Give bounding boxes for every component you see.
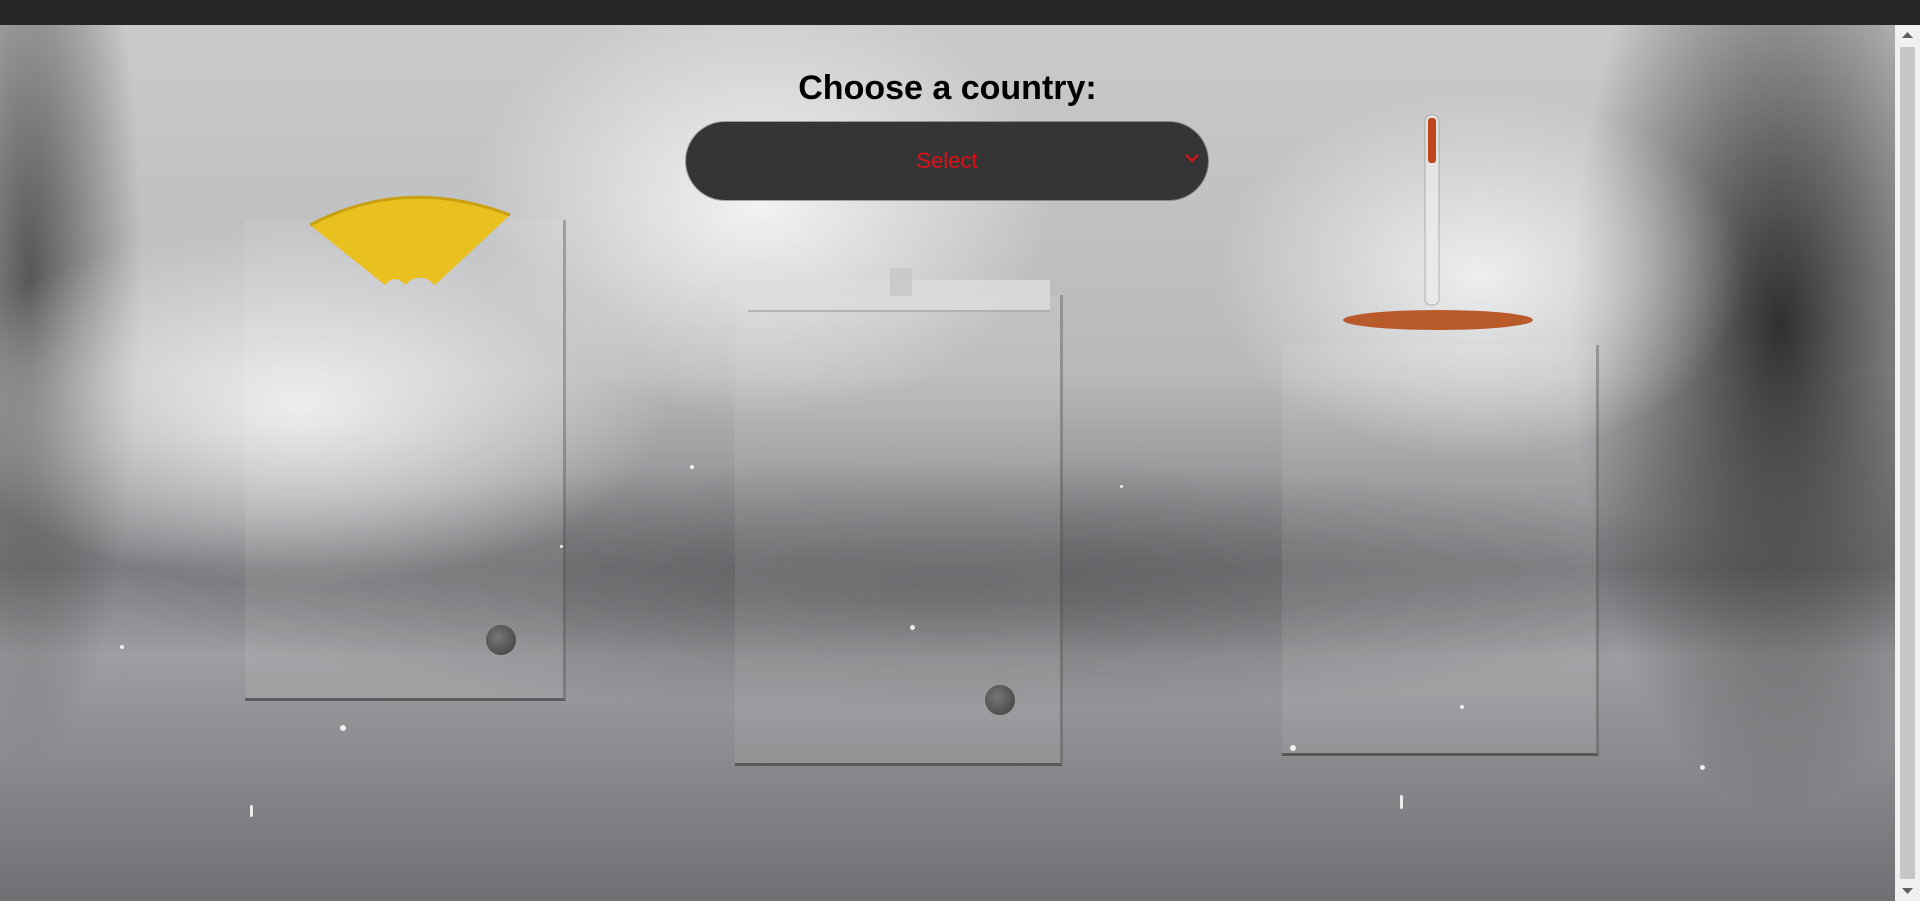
rain-splash bbox=[1400, 795, 1403, 809]
raindrop-sparkle bbox=[1120, 485, 1123, 488]
browser-top-bar bbox=[0, 0, 1920, 25]
middle-box-handle bbox=[890, 268, 912, 296]
raindrop-sparkle bbox=[690, 465, 694, 469]
scrollbar-thumb[interactable] bbox=[1900, 47, 1915, 879]
weather-box-knob bbox=[486, 625, 516, 655]
raindrop-sparkle bbox=[1700, 765, 1705, 770]
umbrella-icon bbox=[309, 195, 511, 285]
triangle-up-icon[interactable] bbox=[1895, 25, 1920, 45]
raindrop-sparkle bbox=[120, 645, 124, 649]
page-title: Choose a country: bbox=[798, 69, 1097, 107]
rain-splash bbox=[250, 805, 253, 817]
raindrop-sparkle bbox=[340, 725, 346, 731]
thermometer-icon bbox=[1343, 114, 1533, 330]
chevron-down-icon bbox=[1185, 154, 1199, 163]
country-select-value: Select bbox=[916, 148, 978, 173]
vertical-scrollbar[interactable] bbox=[1895, 25, 1920, 901]
weather-box-right bbox=[1282, 345, 1599, 756]
country-select[interactable]: Select bbox=[686, 122, 1208, 200]
weather-box-knob bbox=[985, 685, 1015, 715]
triangle-down-icon[interactable] bbox=[1895, 881, 1920, 901]
